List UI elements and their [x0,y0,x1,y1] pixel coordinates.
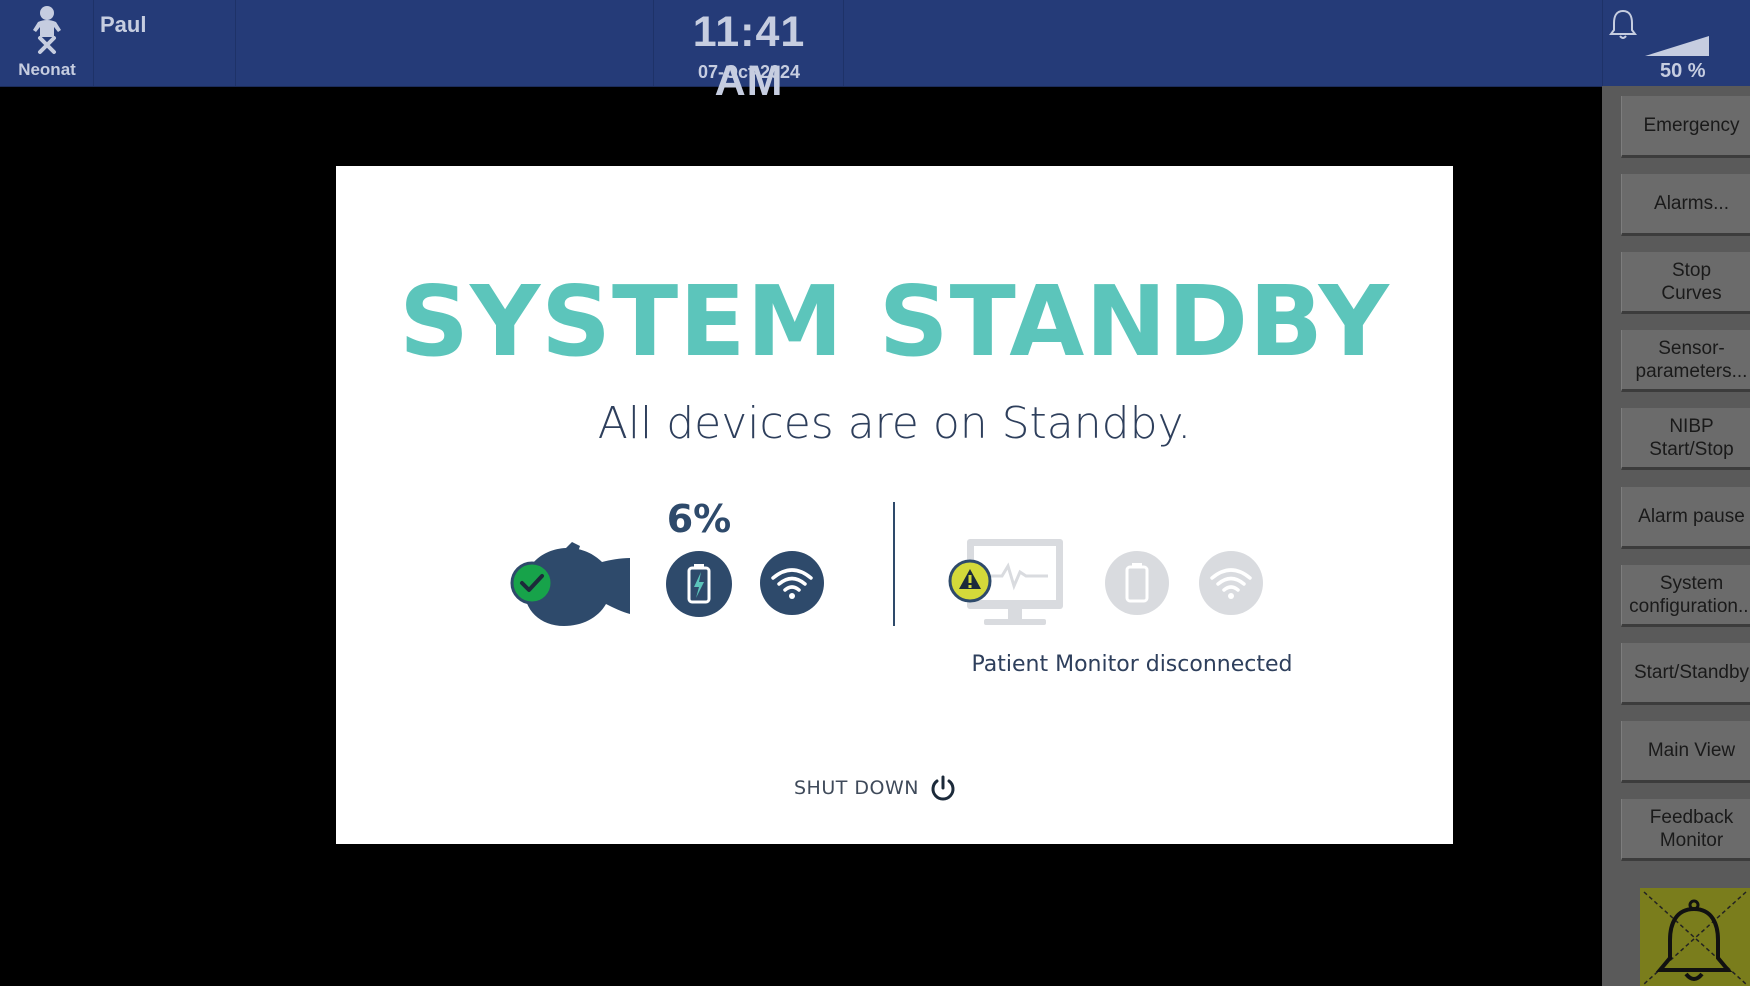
wifi-icon [760,551,824,615]
monitor-status-text: Patient Monitor disconnected [971,652,1293,677]
baby-icon [33,6,61,54]
wifi-disconnected-icon [1199,551,1263,615]
alarm-off-bell-icon [1643,891,1747,985]
sensor-parameters-button[interactable]: Sensor- parameters... [1621,330,1750,392]
shutdown-button[interactable]: SHUT DOWN [794,770,957,806]
volume-label: 50 % [1660,60,1706,82]
power-icon [931,775,955,801]
header-spacer [236,0,654,86]
clock-date: 07-Oct-2024 [697,62,801,82]
top-bar: Neonat Paul 11:41 AM 07-Oct-2024 50 % [0,0,1750,105]
system-configuration-button[interactable]: System configuration... [1621,565,1750,627]
dialog-subtitle: All devices are on Standby. [597,398,1192,449]
stop-curves-button[interactable]: Stop Curves [1621,252,1750,314]
volume-icon[interactable] [1643,34,1711,58]
bell-icon[interactable] [1607,8,1639,42]
main-view-button[interactable]: Main View [1621,721,1750,783]
alarms-button[interactable]: Alarms... [1621,174,1750,236]
alarm-pause-button[interactable]: Alarm pause [1621,487,1750,549]
dialog-title: SYSTEM STANDBY [399,265,1390,378]
battery-charging-icon [666,551,732,617]
battery-percent: 6% [666,497,732,541]
patient-type-label: Neonat [18,60,76,79]
battery-icon [1105,551,1169,615]
shutdown-label: SHUT DOWN [794,777,919,799]
check-badge-icon [510,561,554,605]
alarm-off-button[interactable] [1640,888,1750,986]
screen: Neonat Paul 11:41 AM 07-Oct-2024 50 % Em… [0,0,1750,986]
nibp-start-stop-button[interactable]: NIBP Start/Stop [1621,408,1750,470]
warning-badge-icon [948,559,992,603]
standby-dialog: SYSTEM STANDBY All devices are on Standb… [336,166,1453,844]
feedback-monitor-button[interactable]: Feedback Monitor [1621,799,1750,861]
start-standby-button[interactable]: Start/Standby [1621,643,1750,705]
clock-time: 11:41 AM [692,8,806,105]
emergency-button[interactable]: Emergency [1621,96,1750,158]
patient-name: Paul [100,12,147,37]
device-divider [893,502,895,626]
